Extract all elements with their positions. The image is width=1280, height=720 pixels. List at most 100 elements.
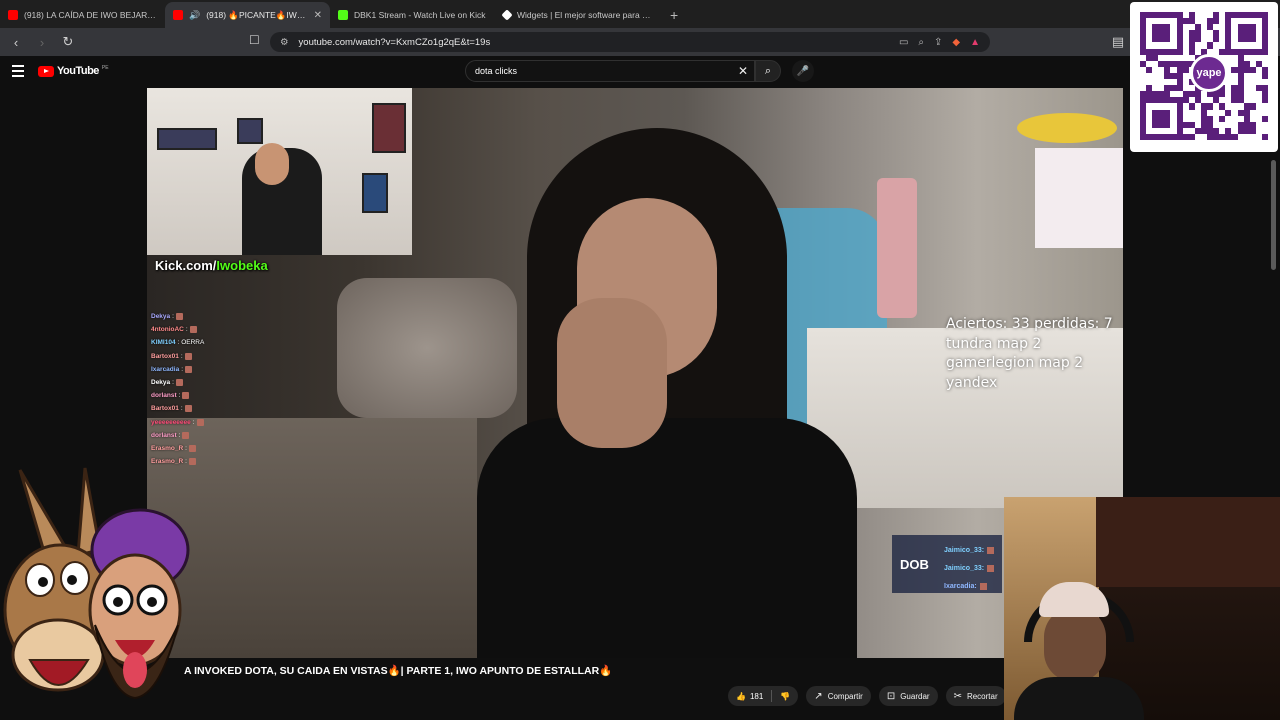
youtube-favicon-icon <box>8 10 18 20</box>
chat-user: Bartox01 <box>151 352 179 360</box>
wall-poster <box>372 103 406 153</box>
emote-icon <box>185 365 192 373</box>
forward-icon[interactable]: › <box>32 32 52 52</box>
youtube-favicon-icon <box>173 10 183 20</box>
chat-user: Dekya <box>151 313 171 321</box>
webcam-face <box>1044 607 1106 682</box>
video-title: A INVOKED DOTA, SU CAIDA EN VISTAS🔥| PAR… <box>184 665 613 677</box>
share-icon[interactable]: ⇪ <box>934 37 942 48</box>
zoom-icon[interactable]: ⌕ <box>918 37 924 48</box>
like-button[interactable]: 👍 181 <box>728 692 771 701</box>
logo-text: YouTube <box>57 65 99 77</box>
browser-tab-strip: (918) LA CAÍDA DE IWO BEJAR EL ST 🔊 (918… <box>0 0 1280 28</box>
chat-msg: : <box>192 418 195 426</box>
clip-label: Recortar <box>966 691 998 701</box>
kick-username: Iwobeka <box>216 258 268 273</box>
emote-icon <box>979 582 987 590</box>
wall-poster <box>362 173 388 213</box>
streamer-head <box>255 143 289 185</box>
kick-channel-label: Kick.com/Iwobeka <box>155 258 268 273</box>
search-value: dota clicks <box>475 66 518 76</box>
chat-msg: : <box>178 392 181 400</box>
wall-poster <box>237 118 263 144</box>
close-tab-icon[interactable]: ✕ <box>314 10 322 21</box>
emote-icon <box>182 431 190 439</box>
emote-icon <box>987 564 995 572</box>
donkey-mascot-overlay <box>3 467 190 700</box>
hamburger-menu-icon[interactable] <box>12 65 24 77</box>
mini-chat-user: Jaimico_33: <box>944 546 985 554</box>
emote-icon <box>175 313 183 321</box>
save-label: Guardar <box>900 691 930 701</box>
brave-shield-icon[interactable]: ◆ <box>952 37 960 48</box>
chat-user: Ixarcadia <box>151 365 180 373</box>
tab-title: (918) 🔥PICANTE🔥IWO REAC <box>206 9 307 20</box>
video-player[interactable]: Kick.com/Iwobeka Dekya: 4ntonioAC: KIMI1… <box>147 88 1123 658</box>
video-scene-lamp <box>1035 148 1123 248</box>
site-settings-icon[interactable]: ⚙ <box>280 37 289 48</box>
share-label: Compartir <box>827 691 863 701</box>
browser-tab-active[interactable]: 🔊 (918) 🔥PICANTE🔥IWO REAC ✕ <box>165 2 330 28</box>
search-input[interactable]: dota clicks ✕ <box>465 60 755 82</box>
chat-msg: : <box>185 444 187 452</box>
chat-user: dorlanst <box>151 431 177 439</box>
video-person-body <box>477 418 857 658</box>
new-tab-button[interactable]: + <box>660 2 688 28</box>
emote-icon <box>188 444 196 452</box>
tab-title: (918) LA CAÍDA DE IWO BEJAR EL ST <box>24 10 157 20</box>
chat-user: Dekya <box>151 379 171 387</box>
tab-title: Widgets | El mejor software para pot <box>517 10 652 20</box>
thumbs-up-icon: 👍 <box>736 691 746 701</box>
yape-qr-code: yape <box>1130 2 1278 152</box>
browser-tab[interactable]: DBK1 Stream - Watch Live on Kick <box>330 2 495 28</box>
screen: { "browser": { "tabs": [ {"title": "(918… <box>0 0 1280 720</box>
chat-msg: : <box>172 379 174 387</box>
bookmark-icon[interactable]: ☐ <box>249 33 260 47</box>
stats-line: tundra map 2 <box>946 335 1042 352</box>
url-text: youtube.com/watch?v=KxmCZo1g2qE&t=19s <box>298 36 491 48</box>
dislike-button[interactable]: 👎 <box>772 692 798 701</box>
back-icon[interactable]: ‹ <box>6 32 26 52</box>
emote-icon <box>184 405 192 413</box>
microphone-icon: 🎤 <box>796 65 810 77</box>
browser-tab[interactable]: Widgets | El mejor software para pot <box>495 2 660 28</box>
chat-user: yeeeeeeeeee <box>151 418 191 426</box>
mini-chat-line: Jaimico_33: <box>944 559 995 577</box>
browser-tab[interactable]: (918) LA CAÍDA DE IWO BEJAR EL ST <box>0 2 165 28</box>
mini-chat-line: Jaimico_33: <box>944 541 995 559</box>
video-scene-bed <box>337 278 517 418</box>
streamer-webcam-overlay <box>1004 497 1280 720</box>
cast-icon[interactable]: ▭ <box>899 37 908 48</box>
voice-search-button[interactable]: 🎤 <box>792 60 814 82</box>
chat-msg: : <box>178 431 181 439</box>
address-bar[interactable]: ⚙ youtube.com/watch?v=KxmCZo1g2qE&t=19s … <box>270 32 990 52</box>
youtube-logo[interactable]: YouTube PE <box>38 65 109 77</box>
scissors-icon: ✂ <box>953 690 962 702</box>
chat-user: Bartox01 <box>151 405 179 413</box>
stats-line: Aciertos: 33 perdidas: 7 <box>946 316 1113 332</box>
clip-button[interactable]: ✂ Recortar <box>945 686 1006 706</box>
share-button[interactable]: ↗ Compartir <box>806 686 871 706</box>
reload-icon[interactable]: ↻ <box>58 32 78 52</box>
stats-line: gamerlegion map 2 <box>946 355 1084 371</box>
chat-line: KIMI104: OERRA <box>151 336 291 349</box>
brave-rewards-icon[interactable]: ▲ <box>970 37 980 48</box>
kick-favicon-icon <box>338 10 348 20</box>
youtube-play-icon <box>38 65 54 77</box>
video-scene-flower <box>1017 113 1117 143</box>
search-button[interactable]: ⌕ <box>755 60 781 82</box>
emote-icon <box>175 379 183 387</box>
chat-line: dorlanst: <box>151 429 291 442</box>
audio-playing-icon[interactable]: 🔊 <box>189 10 200 21</box>
bookmark-save-icon: ⊡ <box>886 690 896 702</box>
clear-search-icon[interactable]: ✕ <box>738 64 748 78</box>
chat-line: 4ntonioAC: <box>151 323 291 336</box>
chat-line: Dekya: <box>151 376 291 389</box>
save-button[interactable]: ⊡ Guardar <box>878 686 938 706</box>
widgets-favicon-icon <box>501 9 513 21</box>
chat-line: Dekya: <box>151 310 291 323</box>
emote-icon <box>188 458 196 466</box>
sidebar-icon[interactable]: ▤ <box>1108 32 1128 52</box>
page-scrollbar[interactable] <box>1271 160 1276 270</box>
browser-toolbar: ‹ › ↻ ☐ ⚙ youtube.com/watch?v=KxmCZo1g2q… <box>0 28 1280 56</box>
